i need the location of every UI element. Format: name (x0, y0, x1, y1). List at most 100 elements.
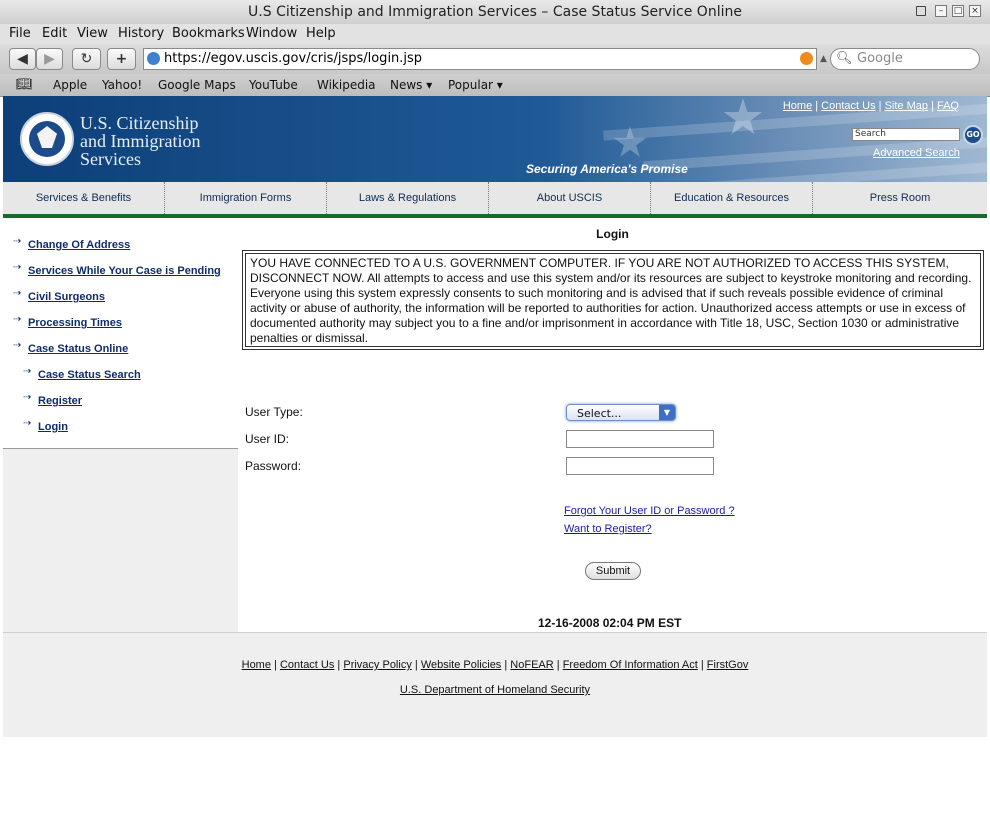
menu-bar: File Edit View History Bookmarks Window … (0, 24, 990, 44)
site-header: U.S. Citizenship and Immigration Service… (3, 96, 987, 182)
nav-education-resources[interactable]: Education & Resources (651, 182, 813, 214)
window-titlebar: U.S Citizenship and Immigration Services… (0, 0, 990, 25)
top-link-home[interactable]: Home (783, 100, 812, 112)
bookmark-wikipedia[interactable]: Wikipedia (317, 78, 376, 92)
forward-button[interactable]: ▶ (36, 48, 63, 70)
lock-icon (916, 6, 926, 16)
top-link-contact[interactable]: Contact Us (821, 100, 875, 112)
advanced-search-link[interactable]: Advanced Search (873, 147, 960, 159)
snapback-icon[interactable]: ▲ (820, 54, 827, 64)
bookmark-news[interactable]: News ▾ (390, 78, 432, 92)
menu-history[interactable]: History (118, 26, 164, 41)
menu-file[interactable]: File (9, 26, 31, 41)
go-button[interactable]: GO (963, 125, 983, 145)
dhs-seal-logo[interactable] (20, 112, 74, 166)
arrow-icon: ⇢ (13, 314, 22, 325)
site-search-input[interactable]: Search (852, 128, 960, 141)
arrow-icon: ⇢ (13, 236, 22, 247)
rss-icon[interactable] (800, 52, 813, 65)
bookmark-yahoo[interactable]: Yahoo! (102, 78, 142, 92)
password-label: Password: (245, 459, 302, 473)
browser-toolbar: ◀ ▶ ↻ + https://egov.uscis.gov/cris/jsps… (0, 44, 990, 74)
footer-link-home[interactable]: Home (242, 659, 271, 671)
menu-edit[interactable]: Edit (42, 26, 67, 41)
agency-line-1: U.S. Citizenship (80, 113, 199, 133)
sidebar-item-services-pending[interactable]: Services While Your Case is Pending (28, 265, 221, 277)
nav-press-room[interactable]: Press Room (813, 182, 987, 214)
menu-window[interactable]: Window (246, 26, 297, 41)
search-field[interactable]: 🔍︎ Google (830, 48, 980, 70)
close-button[interactable]: × (969, 5, 981, 17)
footer-link-foia[interactable]: Freedom Of Information Act (563, 659, 698, 671)
forgot-credentials-link[interactable]: Forgot Your User ID or Password ? (564, 505, 735, 517)
minimize-button[interactable]: – (935, 5, 947, 17)
sidebar-subitem-login[interactable]: Login (38, 421, 68, 433)
footer-link-privacy[interactable]: Privacy Policy (343, 659, 411, 671)
agency-name[interactable]: U.S. Citizenship and Immigration Service… (80, 114, 240, 168)
chevron-down-icon: ▼ (659, 405, 675, 420)
agency-line-3: Services (80, 149, 141, 169)
bookmark-google-maps[interactable]: Google Maps (158, 78, 236, 92)
arrow-icon: ⇢ (23, 366, 32, 377)
sidebar-item-civil-surgeons[interactable]: Civil Surgeons (28, 291, 105, 303)
sidebar-item-case-status-online[interactable]: Case Status Online (28, 343, 128, 355)
flag-star-icon (723, 98, 763, 135)
bookmark-popular[interactable]: Popular ▾ (448, 78, 503, 92)
bookmark-apple[interactable]: Apple (53, 78, 87, 92)
menu-view[interactable]: View (77, 26, 108, 41)
sidebar: ⇢ Change Of Address ⇢ Services While You… (3, 218, 238, 632)
menu-help[interactable]: Help (306, 26, 336, 41)
sidebar-subitem-register[interactable]: Register (38, 395, 82, 407)
tagline: Securing America's Promise (526, 162, 688, 176)
globe-icon (147, 52, 160, 65)
warning-text: YOU HAVE CONNECTED TO A U.S. GOVERNMENT … (245, 253, 981, 347)
footer-link-website-policies[interactable]: Website Policies (421, 659, 502, 671)
arrow-icon: ⇢ (23, 392, 32, 403)
user-id-input[interactable] (566, 430, 714, 448)
user-type-value: Select... (577, 407, 622, 420)
reload-button[interactable]: ↻ (72, 48, 101, 70)
bookmark-youtube[interactable]: YouTube (249, 78, 298, 92)
footer-link-contact[interactable]: Contact Us (280, 659, 334, 671)
add-bookmark-button[interactable]: + (107, 48, 136, 70)
user-type-select[interactable]: Select... ▼ (566, 404, 676, 421)
submit-button[interactable]: Submit (585, 562, 641, 580)
main-content: Login YOU HAVE CONNECTED TO A U.S. GOVER… (238, 218, 987, 632)
address-bar[interactable]: https://egov.uscis.gov/cris/jsps/login.j… (143, 48, 817, 70)
footer-link-nofear[interactable]: NoFEAR (510, 659, 553, 671)
url-text: https://egov.uscis.gov/cris/jsps/login.j… (164, 51, 423, 66)
arrow-icon: ⇢ (23, 418, 32, 429)
sidebar-item-change-address[interactable]: Change Of Address (28, 239, 130, 251)
page-title: Login (596, 227, 629, 241)
timestamp: 12-16-2008 02:04 PM EST (538, 616, 682, 630)
maximize-button[interactable]: □ (952, 5, 964, 17)
main-nav: Services & Benefits Immigration Forms La… (3, 182, 987, 218)
arrow-icon: ⇢ (13, 262, 22, 273)
sidebar-subitem-case-status-search[interactable]: Case Status Search (38, 369, 141, 381)
nav-about-uscis[interactable]: About USCIS (489, 182, 651, 214)
arrow-icon: ⇢ (13, 340, 22, 351)
dhs-link[interactable]: U.S. Department of Homeland Security (3, 684, 987, 696)
user-type-label: User Type: (245, 405, 303, 419)
agency-line-2: and Immigration (80, 131, 201, 151)
footer-link-firstgov[interactable]: FirstGov (707, 659, 749, 671)
nav-services-benefits[interactable]: Services & Benefits (3, 182, 165, 214)
security-warning: YOU HAVE CONNECTED TO A U.S. GOVERNMENT … (242, 250, 984, 350)
sidebar-item-processing-times[interactable]: Processing Times (28, 317, 122, 329)
window-title: U.S Citizenship and Immigration Services… (248, 4, 742, 20)
search-placeholder: Google (857, 51, 903, 66)
header-top-links: Home | Contact Us | Site Map | FAQ (782, 100, 959, 112)
back-button[interactable]: ◀ (9, 48, 36, 70)
nav-immigration-forms[interactable]: Immigration Forms (165, 182, 327, 214)
bookmarks-book-icon[interactable]: 📖︎ (16, 77, 33, 92)
arrow-icon: ⇢ (13, 288, 22, 299)
footer-links: Home | Contact Us | Privacy Policy | Web… (241, 659, 749, 671)
web-page: U.S. Citizenship and Immigration Service… (3, 96, 987, 834)
nav-laws-regulations[interactable]: Laws & Regulations (327, 182, 489, 214)
footer: Home | Contact Us | Privacy Policy | Web… (3, 632, 987, 737)
password-input[interactable] (566, 457, 714, 475)
top-link-sitemap[interactable]: Site Map (885, 100, 928, 112)
menu-bookmarks[interactable]: Bookmarks (172, 26, 245, 41)
register-link[interactable]: Want to Register? (564, 523, 652, 535)
top-link-faq[interactable]: FAQ (937, 100, 959, 112)
